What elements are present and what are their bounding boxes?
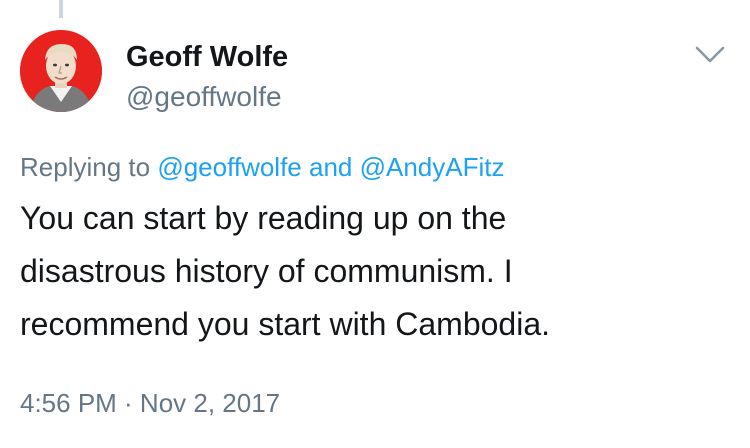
author-handle[interactable]: @geoffwolfe	[126, 80, 282, 114]
replying-to-line: Replying to @geoffwolfe and @AndyAFitz	[20, 150, 504, 184]
tweet-text-line: disastrous history of communism. I	[20, 253, 513, 289]
author-display-name[interactable]: Geoff Wolfe	[126, 40, 288, 74]
replying-to-label: Replying to	[20, 152, 158, 182]
profile-photo-icon	[20, 30, 102, 112]
mention-conjunction[interactable]: and	[302, 152, 360, 182]
thread-connector-line	[59, 0, 63, 18]
chevron-down-icon	[695, 46, 725, 63]
tweet-menu-button[interactable]	[693, 44, 727, 66]
tweet-text-line: You can start by reading up on the	[20, 200, 507, 236]
tweet-body: You can start by reading up on the disas…	[20, 192, 720, 351]
avatar[interactable]	[20, 30, 102, 112]
tweet-timestamp[interactable]: 4:56 PM · Nov 2, 2017	[20, 386, 280, 420]
mention-link-andyafitz[interactable]: @AndyAFitz	[360, 152, 505, 182]
mention-link-geoffwolfe[interactable]: @geoffwolfe	[157, 152, 301, 182]
tweet-text-line: recommend you start with Cambodia.	[20, 306, 550, 342]
